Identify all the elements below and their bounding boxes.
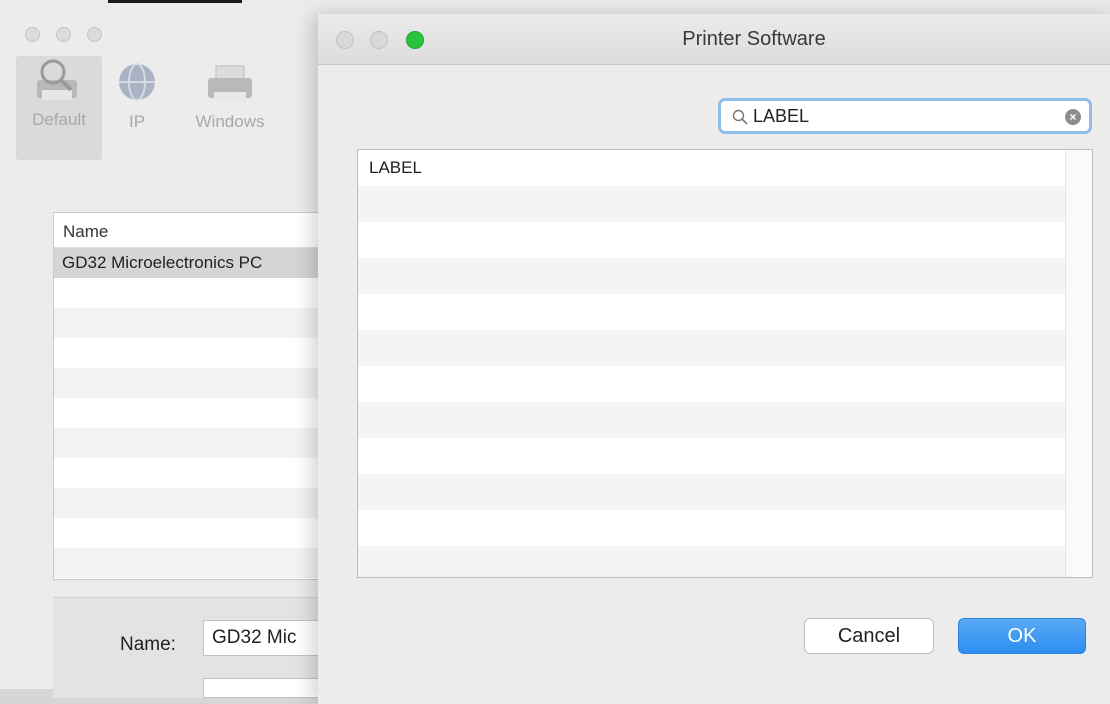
list-item-empty (54, 308, 354, 338)
column-header-name[interactable]: Name (54, 213, 354, 248)
list-item-empty (54, 278, 354, 308)
list-item-empty (54, 398, 354, 428)
cancel-button[interactable]: Cancel (804, 618, 934, 654)
list-item-empty (358, 438, 1076, 474)
list-item-empty (54, 488, 354, 518)
dialog-titlebar[interactable]: Printer Software (318, 14, 1110, 65)
vertical-scrollbar[interactable] (1065, 150, 1092, 577)
list-item-empty (358, 222, 1076, 258)
name-label: Name: (120, 634, 176, 655)
toolbar-ip-label: IP (128, 112, 146, 131)
list-item-empty (358, 186, 1076, 222)
search-icon (732, 109, 748, 125)
list-item-empty (54, 518, 354, 548)
list-item[interactable]: GD32 Microelectronics PC (54, 248, 354, 278)
list-item-empty (358, 330, 1076, 366)
bg-close-button[interactable] (25, 27, 40, 42)
list-item-empty (358, 510, 1076, 546)
list-item-empty (358, 402, 1076, 438)
search-input[interactable]: LABEL (753, 106, 809, 127)
list-item-empty (358, 258, 1076, 294)
window-edge-strip (108, 0, 242, 3)
bg-minimize-button[interactable] (56, 27, 71, 42)
dialog-title: Printer Software (682, 28, 826, 50)
printer-icon (202, 58, 258, 108)
clear-search-icon[interactable]: × (1065, 109, 1081, 125)
toolbar-windows-label: Windows (195, 112, 265, 131)
list-item-empty (358, 474, 1076, 510)
toolbar-ip[interactable]: IP (112, 58, 162, 132)
ok-button[interactable]: OK (958, 618, 1086, 654)
search-field[interactable]: LABEL × (718, 98, 1092, 134)
magnifier-printer-icon (31, 56, 87, 106)
list-item-empty (358, 294, 1076, 330)
list-item-empty (54, 458, 354, 488)
toolbar-default[interactable]: Default (16, 56, 102, 160)
software-list[interactable]: LABEL (357, 149, 1093, 578)
globe-icon (115, 58, 159, 108)
list-item-empty (54, 548, 354, 578)
toolbar-default-label: Default (32, 110, 86, 129)
list-item-empty (54, 428, 354, 458)
list-item[interactable]: LABEL (358, 150, 1076, 186)
toolbar-windows[interactable]: Windows (180, 58, 280, 132)
printer-list[interactable]: Name GD32 Microelectronics PC (53, 212, 355, 580)
bg-zoom-button[interactable] (87, 27, 102, 42)
list-item-empty (358, 366, 1076, 402)
list-item-empty (358, 546, 1076, 577)
list-item-empty (54, 338, 354, 368)
list-item-empty (54, 368, 354, 398)
printer-software-dialog: Printer Software LABEL × LABEL Cancel OK (318, 14, 1110, 704)
